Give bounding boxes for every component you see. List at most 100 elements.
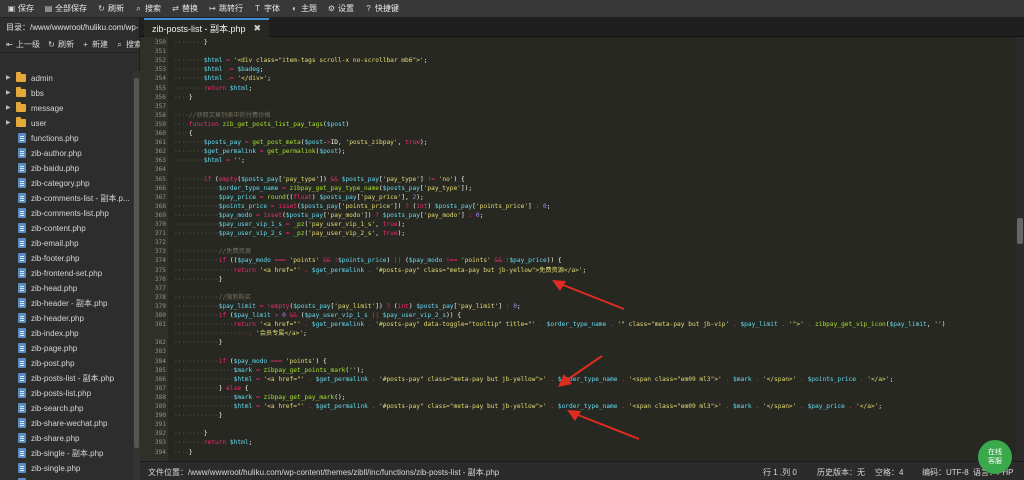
file-item[interactable]: zib-category.php (0, 176, 132, 191)
code-line[interactable]: ············} (174, 339, 222, 347)
indent-guide: ············ (174, 302, 219, 310)
code-line[interactable]: ····{ (174, 130, 193, 138)
file-item[interactable]: zib-post.php (0, 356, 132, 371)
chevron-right-icon[interactable]: ▶ (6, 101, 11, 116)
code-line[interactable]: ············if ($pay_modo === 'points') … (174, 358, 327, 366)
file-item[interactable]: zib-footer.php (0, 251, 132, 266)
code-line[interactable]: ············if (($pay_modo === 'points' … (174, 257, 562, 265)
file-item[interactable]: zib-header.php (0, 311, 132, 326)
code-line[interactable]: ················$html = '<a href="' . $g… (174, 403, 882, 411)
file-item[interactable]: zib-baidu.php (0, 161, 132, 176)
code-line[interactable]: ················$mark = zibpay_get_pay_m… (174, 394, 345, 402)
status-cursor[interactable]: 行 1 ,列 0 (763, 467, 797, 478)
tab-active-file[interactable]: zib-posts-list - 副本.php ✖ (144, 18, 270, 37)
code-line[interactable]: ············$pay_user_vip_1_s = _pz('pay… (174, 221, 405, 229)
code-line[interactable]: ················$html = '<a href="' . $g… (174, 376, 893, 384)
code-line[interactable]: ····} (174, 94, 193, 102)
code-line[interactable]: ············$pay_user_vip_2_s = _pz('pay… (174, 230, 405, 238)
file-item[interactable]: zib-posts-list.php (0, 386, 132, 401)
file-item[interactable]: zib-author.php (0, 146, 132, 161)
file-item[interactable]: zib-svg-icon.php (0, 476, 132, 480)
chevron-right-icon[interactable]: ▶ (6, 86, 11, 101)
file-item[interactable]: zib-index.php (0, 326, 132, 341)
file-item[interactable]: zib-comments-list.php (0, 206, 132, 221)
online-service-button[interactable]: 在线 客服 (978, 440, 1012, 474)
code-line[interactable]: ········return $html; (174, 439, 252, 447)
file-item[interactable]: zib-comments-list - 副本.p... (0, 191, 132, 206)
code-text: function zib_get_posts_list_pay_tags($po… (188, 120, 350, 128)
code-line[interactable]: ············//免费资源 (174, 248, 251, 256)
code-line[interactable]: ················$mark = zibpay_get_point… (174, 367, 364, 375)
status-spaces[interactable]: 空格：4 (875, 467, 903, 478)
code-line[interactable]: ············$points_price = isset($posts… (174, 203, 550, 211)
code-line[interactable]: ············} (174, 276, 222, 284)
toolbar-goto-line-button[interactable]: ↦ 跳转行 (205, 0, 250, 18)
file-item[interactable]: functions.php (0, 131, 132, 146)
line-number: 357 (154, 102, 166, 110)
file-item[interactable]: zib-header - 副本.php (0, 296, 132, 311)
code-line[interactable]: ········$html = ''; (174, 157, 245, 165)
folder-item[interactable]: ▶ message (0, 101, 132, 116)
code-line[interactable]: ············} else { (174, 385, 249, 393)
code-line[interactable]: ········$posts_pay = get_post_meta($post… (174, 139, 427, 147)
file-item[interactable]: zib-email.php (0, 236, 132, 251)
toolbar-help-button[interactable]: ? 快捷键 (361, 0, 406, 18)
code-line[interactable]: ········} (174, 39, 208, 47)
code-line[interactable]: ········} (174, 430, 208, 438)
folder-item[interactable]: ▶ bbs (0, 86, 132, 101)
code-line[interactable]: ············$pay_modo = isset($posts_pay… (174, 212, 483, 220)
code-line[interactable]: ········$html .= '</div>'; (174, 75, 271, 83)
sidebar-search-button[interactable]: ⌕ 搜索 (115, 39, 142, 50)
code-line[interactable]: ········$html .= $badeg; (174, 66, 263, 74)
sidebar-scrollbar-thumb[interactable] (134, 78, 139, 448)
sidebar-plus-button[interactable]: + 新建 (81, 39, 108, 50)
code-line[interactable]: ············$order_type_name = zibpay_ge… (174, 185, 472, 193)
file-item[interactable]: zib-share.php (0, 431, 132, 446)
code-line[interactable]: ········if (empty($posts_pay['pay_type']… (174, 176, 465, 184)
folder-item[interactable]: ▶ user (0, 116, 132, 131)
code-line[interactable]: ········$html = '<div class="item-tags s… (174, 57, 427, 65)
toolbar-theme-button[interactable]: ◐ 主题 (287, 0, 324, 18)
code-line[interactable]: ············$pay_limit = !empty($posts_p… (174, 303, 521, 311)
toolbar-gear-button[interactable]: ⚙ 设置 (324, 0, 361, 18)
toolbar-replace-button[interactable]: ⇄ 替换 (168, 0, 205, 18)
editor-scrollbar-thumb[interactable] (1017, 218, 1023, 244)
code-line[interactable]: ········return $html; (174, 85, 252, 93)
code-line[interactable]: ············//限制购买 (174, 294, 251, 302)
file-item[interactable]: zib-single - 副本.php (0, 446, 132, 461)
code-line[interactable]: ····················. '会员专属</a>'; (174, 330, 307, 338)
file-item[interactable]: zib-posts-list - 副本.php (0, 371, 132, 386)
sidebar-refresh-button[interactable]: ↻ 刷新 (47, 39, 74, 50)
code-line[interactable]: ····//获取文章列表中的付费价格 (174, 112, 271, 120)
toolbar-search-button[interactable]: ⌕ 搜索 (131, 0, 168, 18)
file-item[interactable]: zib-content.php (0, 221, 132, 236)
code-text: $pay_limit = !empty($posts_pay['pay_limi… (218, 302, 521, 310)
status-history[interactable]: 历史版本：无 (817, 467, 865, 478)
code-line[interactable]: ················return '<a href="' . $ge… (174, 321, 945, 329)
chevron-right-icon[interactable]: ▶ (6, 116, 11, 131)
code-line[interactable]: ····} (174, 449, 193, 457)
file-item[interactable]: zib-frontend-set.php (0, 266, 132, 281)
toolbar-refresh-button[interactable]: ↻ 刷新 (94, 0, 131, 18)
sidebar-up-button[interactable]: ⇤ 上一级 (5, 39, 40, 50)
code-line[interactable]: ····function zib_get_posts_list_pay_tags… (174, 121, 349, 129)
chevron-right-icon[interactable]: ▶ (6, 71, 11, 86)
file-item[interactable]: zib-single.php (0, 461, 132, 476)
code-line[interactable]: ················return '<a href="' . $ge… (174, 267, 586, 275)
toolbar-save-all-button[interactable]: ▤ 全部保存 (41, 0, 94, 18)
toolbar-font-button[interactable]: T 字体 (250, 0, 287, 18)
folder-item[interactable]: ▶ admin (0, 71, 132, 86)
code-line[interactable]: ············$pay_price = round((float) $… (174, 194, 424, 202)
code-line[interactable]: ············} (174, 412, 222, 420)
file-item[interactable]: zib-search.php (0, 401, 132, 416)
status-encoding[interactable]: 编码：UTF-8 (922, 467, 969, 478)
file-item[interactable]: zib-page.php (0, 341, 132, 356)
toolbar-save-button[interactable]: ▣ 保存 (4, 0, 41, 18)
editor-scrollbar-track[interactable] (1016, 37, 1024, 461)
code-line[interactable]: ············if ($pay_limit > 0 && ($pay_… (174, 312, 461, 320)
code-editor[interactable]: 350 351 352 353 354 355 356 357 358 359 360 361 362 3… (140, 37, 1016, 461)
file-item[interactable]: zib-head.php (0, 281, 132, 296)
file-item[interactable]: zib-share-wechat.php (0, 416, 132, 431)
code-line[interactable]: ········$get_permalink = get_permalink($… (174, 148, 345, 156)
close-icon[interactable]: ✖ (254, 23, 262, 34)
